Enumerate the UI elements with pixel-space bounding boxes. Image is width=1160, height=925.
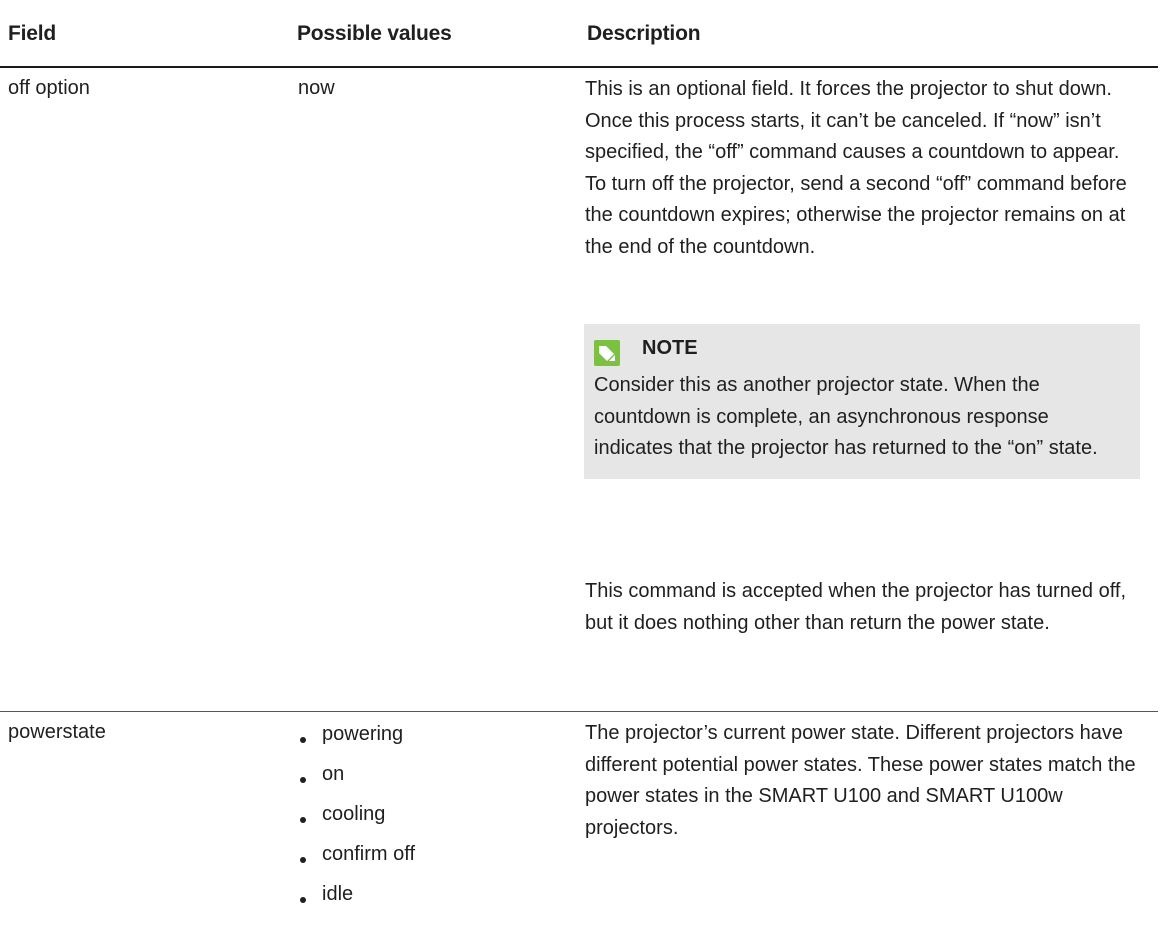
pencil-icon (594, 340, 620, 366)
field-description: The projector’s current power state. Dif… (585, 722, 1136, 839)
value-label: idle (322, 883, 354, 905)
list-item: cooling (296, 800, 415, 840)
possible-values-list: powering on cooling confirm off idle (296, 720, 415, 920)
bullet-icon (300, 857, 306, 863)
value-label: cooling (322, 803, 386, 825)
header-possible-values: Possible values (297, 22, 452, 45)
header-field: Field (8, 22, 57, 45)
field-description-continued: This command is accepted when the projec… (585, 580, 1127, 634)
field-name: powerstate (8, 721, 106, 743)
value-label: on (322, 763, 345, 785)
bullet-icon (300, 897, 306, 903)
list-item: powering (296, 720, 415, 760)
list-item: confirm off (296, 840, 415, 880)
header-description: Description (587, 22, 701, 45)
value-label: confirm off (322, 843, 415, 865)
table-row: powerstate powering on cooling confirm o… (0, 712, 1158, 925)
field-description: This is an optional field. It forces the… (585, 78, 1127, 258)
field-name: off option (8, 77, 90, 99)
possible-value: now (298, 77, 335, 99)
bullet-icon (300, 777, 306, 783)
bullet-icon (300, 817, 306, 823)
value-label: powering (322, 723, 404, 745)
list-item: idle (296, 880, 415, 920)
table-header: Field Possible values Description (0, 0, 1158, 68)
note-title: NOTE (642, 337, 698, 359)
document-page: Field Possible values Description off op… (0, 0, 1160, 925)
table-row: off option now This is an optional field… (0, 68, 1158, 712)
note-box: NOTE Consider this as another projector … (584, 324, 1140, 479)
bullet-icon (300, 737, 306, 743)
note-text: Consider this as another projector state… (594, 374, 1098, 459)
list-item: on (296, 760, 415, 800)
